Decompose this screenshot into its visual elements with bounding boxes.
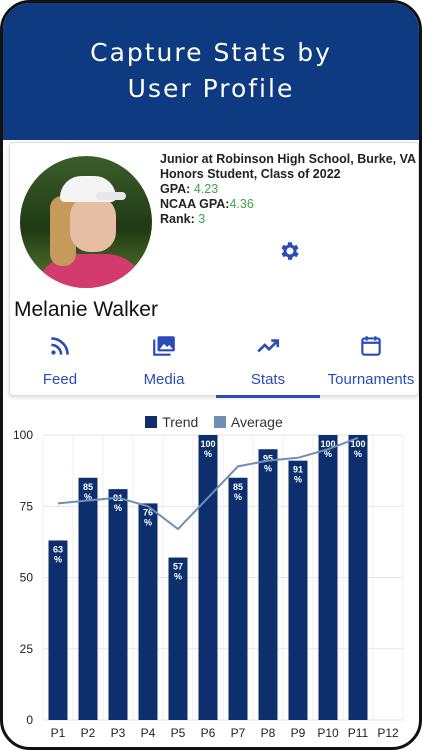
x-tick-label: P1	[51, 726, 66, 740]
stats-chart: Trend Average 0 25 50 75 100 P1 63% P2 85% P3 81% P…	[3, 405, 419, 747]
tab-tournaments-label: Tournaments	[327, 371, 415, 388]
bar-data-label: 63	[53, 544, 63, 554]
bar-data-label: %	[144, 517, 152, 527]
x-tick-label: P11	[348, 726, 369, 740]
x-tick-label: P6	[201, 726, 216, 740]
ncaa-gpa-label: NCAA GPA:	[160, 197, 230, 211]
promo-banner: Capture Stats by User Profile	[3, 3, 419, 140]
x-tick-label: P5	[171, 726, 186, 740]
profile-card: Junior at Robinson High School, Burke, V…	[9, 142, 419, 398]
honors-line: Honors Student, Class of 2022	[160, 167, 341, 181]
x-tick-label: P7	[231, 726, 246, 740]
tab-tournaments[interactable]: Tournaments	[322, 333, 419, 397]
bar-data-label: 85	[233, 482, 243, 492]
bar	[258, 449, 278, 720]
bar-data-label: %	[204, 449, 212, 459]
rank-value: 3	[198, 212, 206, 226]
chart-plot: 0255075100P163%P285%P381%P476%P557%P6100…	[13, 428, 404, 740]
x-tick-label: P3	[111, 726, 126, 740]
bar-data-label: %	[264, 463, 272, 473]
bar-data-label: 57	[173, 562, 183, 572]
x-tick-label: P4	[141, 726, 156, 740]
ncaa-gpa-value: 4.36	[229, 197, 254, 211]
gpa-value: 4.23	[193, 182, 219, 196]
x-tick-label: P12	[377, 726, 399, 740]
bar-data-label: %	[234, 492, 242, 502]
bar	[228, 477, 248, 720]
bar	[198, 435, 218, 720]
tab-stats[interactable]: Stats	[216, 333, 320, 398]
gpa-label: GPA:	[160, 182, 191, 196]
y-tick-label: 25	[20, 642, 34, 656]
trending-up-icon	[257, 339, 280, 353]
bar	[138, 503, 158, 720]
y-tick-label: 50	[20, 571, 34, 585]
x-tick-label: P9	[291, 726, 306, 740]
rank-row: Rank: 3	[160, 212, 416, 227]
x-tick-label: P10	[317, 726, 339, 740]
bar-data-label: %	[174, 572, 182, 582]
tab-feed[interactable]: Feed	[10, 333, 110, 397]
bar-data-label: 100	[200, 439, 215, 449]
y-tick-label: 75	[20, 499, 34, 513]
bar-data-label: %	[354, 449, 362, 459]
bar	[78, 477, 98, 720]
x-tick-label: P2	[81, 726, 96, 740]
bar-data-label: %	[54, 554, 62, 564]
bar	[108, 489, 128, 720]
bar	[288, 460, 308, 720]
tab-media-label: Media	[143, 371, 185, 388]
calendar-icon	[361, 336, 381, 356]
school-line: Junior at Robinson High School, Burke, V…	[160, 152, 417, 166]
bar	[318, 435, 338, 720]
bar-data-label: %	[114, 503, 122, 513]
rss-icon	[51, 337, 69, 355]
ncaa-gpa-row: NCAA GPA:4.36	[160, 197, 416, 212]
bar	[48, 540, 68, 720]
y-tick-label: 100	[13, 428, 33, 442]
tab-media[interactable]: Media	[114, 333, 214, 397]
y-tick-label: 0	[26, 713, 33, 727]
gear-icon[interactable]	[278, 239, 302, 263]
profile-info: Junior at Robinson High School, Burke, V…	[160, 152, 416, 227]
bar-data-label: %	[294, 475, 302, 485]
banner-title: Capture Stats by User Profile	[90, 38, 332, 103]
gpa-row: GPA: 4.23	[160, 182, 416, 197]
tab-stats-label: Stats	[250, 371, 286, 388]
tab-feed-label: Feed	[42, 371, 78, 388]
x-tick-label: P8	[261, 726, 276, 740]
profile-tabs: Feed Media Stats Tournaments	[10, 333, 419, 398]
rank-label: Rank:	[160, 212, 195, 226]
profile-name: Melanie Walker	[14, 298, 158, 321]
photo-library-icon	[153, 336, 175, 356]
avatar[interactable]	[20, 156, 152, 288]
bar	[168, 557, 188, 720]
bar-data-label: 91	[293, 465, 303, 475]
bar-data-label: 85	[83, 482, 93, 492]
phone-frame: Capture Stats by User Profile Junior at …	[0, 0, 422, 750]
bar	[348, 435, 368, 720]
